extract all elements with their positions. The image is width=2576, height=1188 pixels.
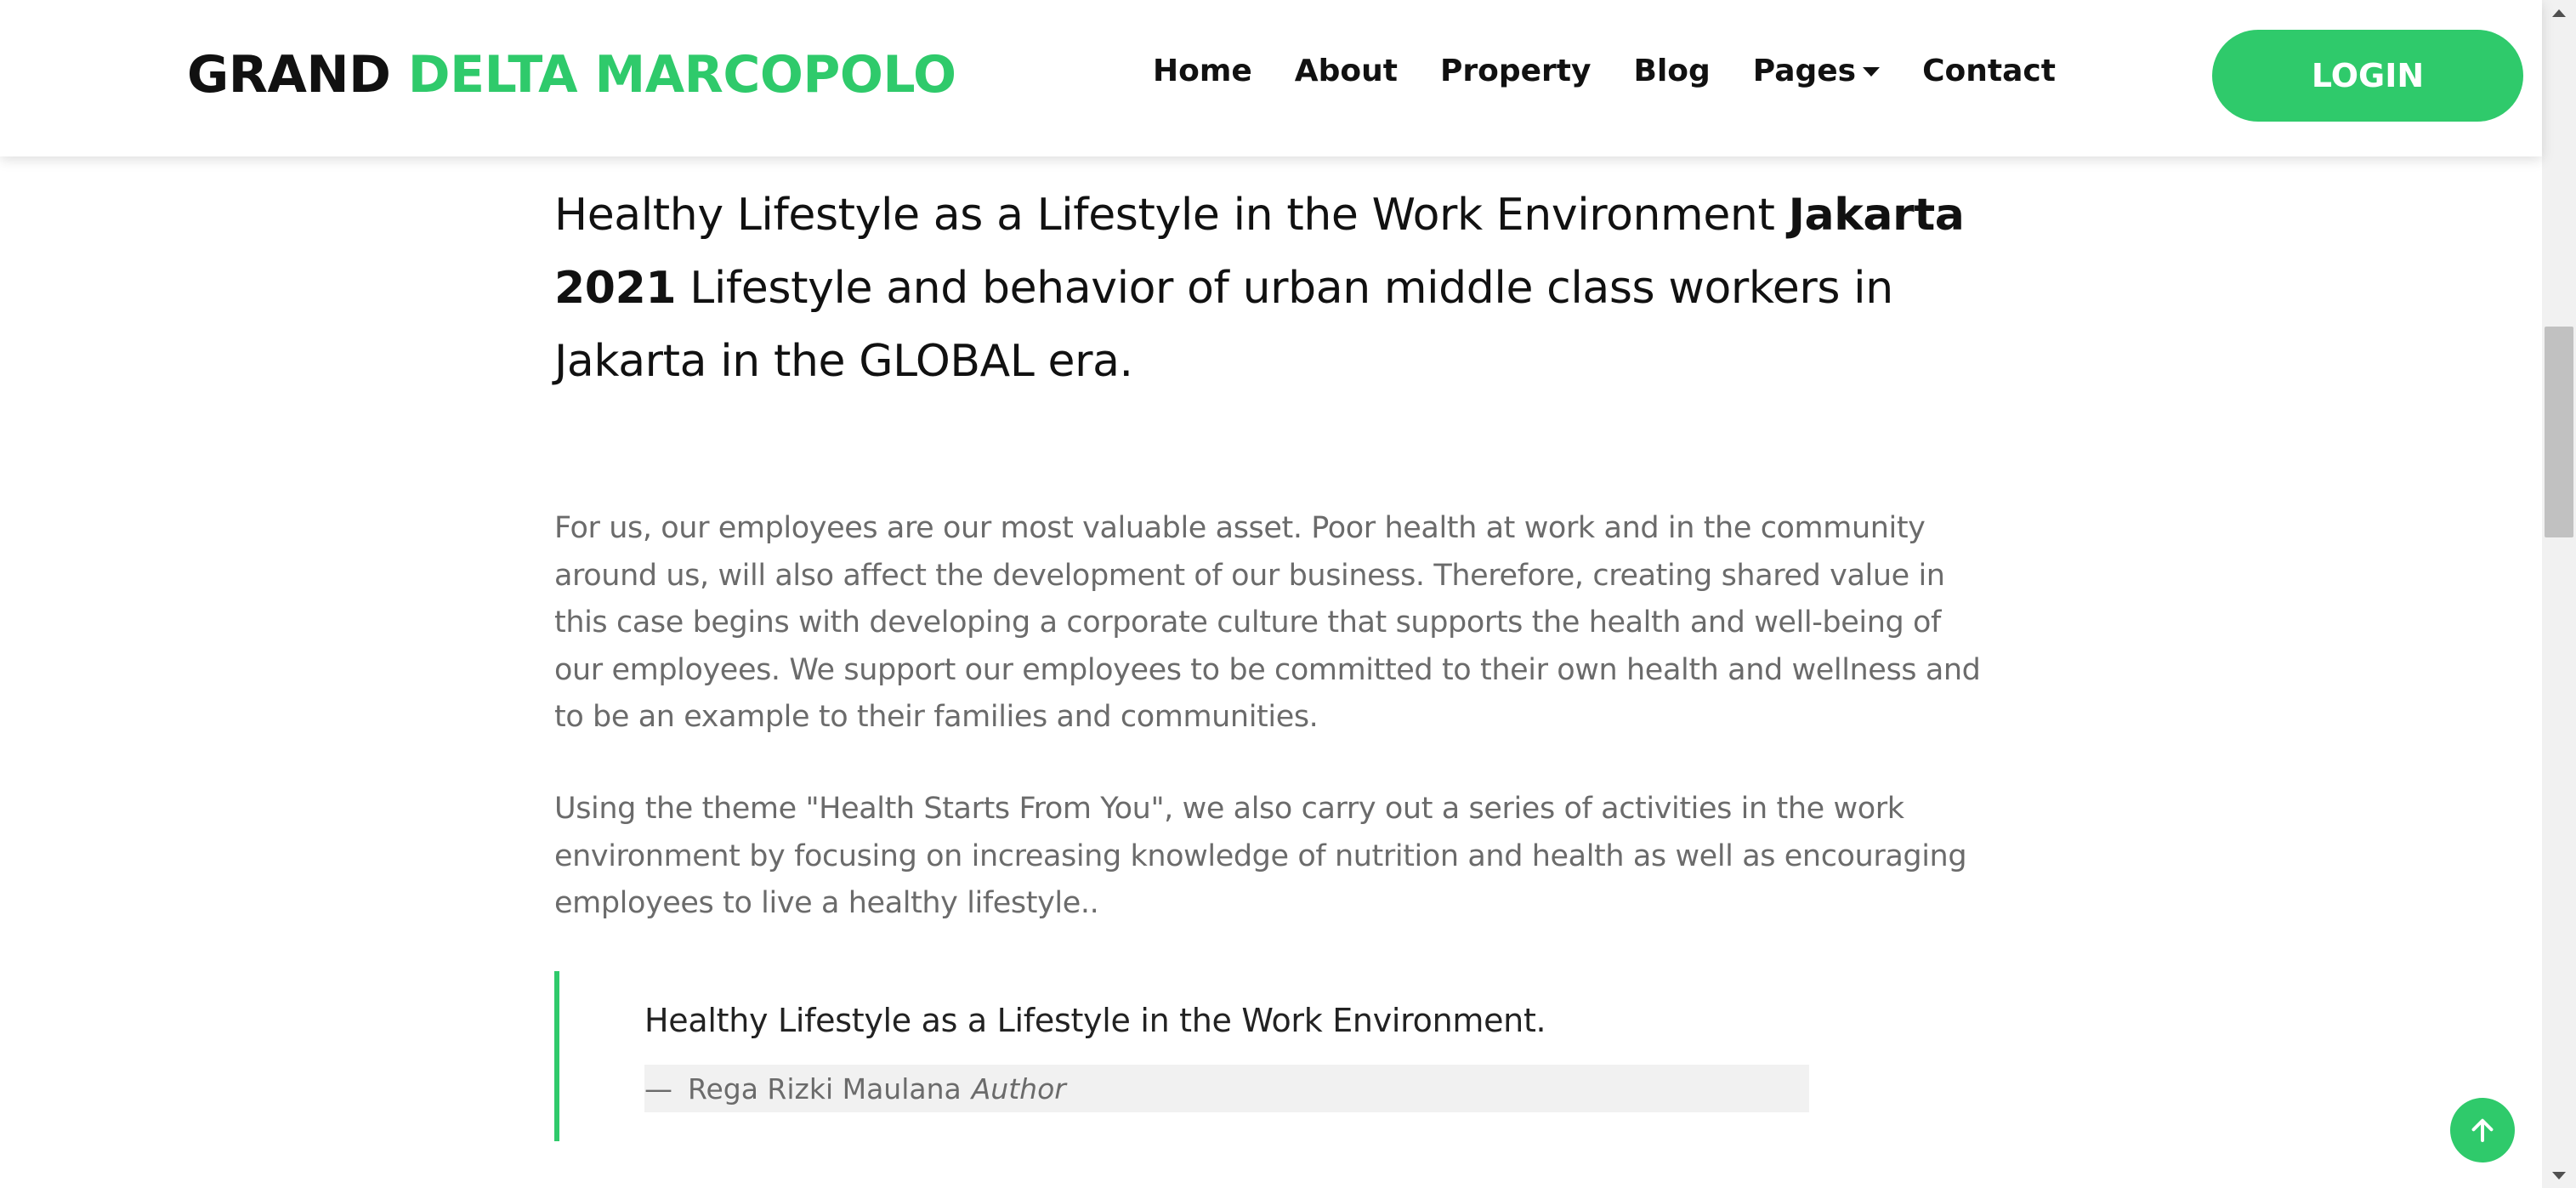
scrollbar-thumb[interactable] — [2545, 327, 2573, 537]
scroll-down-arrow[interactable] — [2542, 1162, 2576, 1188]
quote-text: Healthy Lifestyle as a Lifestyle in the … — [644, 1002, 1546, 1039]
vertical-scrollbar[interactable] — [2542, 0, 2576, 1188]
article-paragraph: For us, our employees are our most valua… — [554, 511, 1981, 734]
back-to-top-button[interactable] — [2450, 1098, 2515, 1162]
nav-item-label: Pages — [1752, 54, 1857, 88]
headline-text: Healthy Lifestyle as a Lifestyle in the … — [554, 190, 1789, 241]
caret-down-icon — [1863, 66, 1881, 77]
quote-author-role: Author — [971, 1071, 1066, 1106]
nav-item-home[interactable]: Home — [1153, 44, 1252, 99]
brand-name-primary: GRAND — [187, 45, 391, 105]
nav-item-label: Contact — [1922, 54, 2056, 88]
main-nav: Home About Property Blog Pages Contact — [1153, 44, 2098, 99]
nav-item-property[interactable]: Property — [1440, 44, 1592, 99]
blockquote: Healthy Lifestyle as a Lifestyle in the … — [554, 971, 1920, 1141]
headline-text-continued: Lifestyle and behavior of urban middle c… — [554, 263, 1893, 387]
nav-item-pages-dropdown[interactable]: Pages — [1752, 44, 1881, 99]
nav-item-label: About — [1294, 54, 1398, 88]
article-paragraph: Using the theme "Health Starts From You"… — [554, 792, 1967, 920]
article-body: Healthy Lifestyle as a Lifestyle in the … — [554, 179, 1988, 1141]
brand-logo[interactable]: GRAND DELTA MARCOPOLO — [187, 41, 956, 109]
brand-name-accent: DELTA MARCOPOLO — [407, 45, 956, 105]
article-headline: Healthy Lifestyle as a Lifestyle in the … — [554, 179, 1988, 398]
navbar: GRAND DELTA MARCOPOLO Home About Propert… — [0, 0, 2542, 156]
nav-item-contact[interactable]: Contact — [1922, 44, 2056, 99]
nav-item-label: Property — [1440, 54, 1592, 88]
nav-item-label: Home — [1153, 54, 1252, 88]
nav-item-blog[interactable]: Blog — [1634, 44, 1711, 99]
login-button[interactable]: LOGIN — [2212, 30, 2523, 122]
quote-footer: — Rega Rizki Maulana Author — [644, 1065, 1809, 1112]
nav-item-about[interactable]: About — [1295, 44, 1398, 99]
quote-dash: — — [644, 1071, 672, 1106]
arrow-up-icon — [2471, 1118, 2494, 1142]
scroll-up-arrow[interactable] — [2542, 0, 2576, 26]
quote-author: Rega Rizki Maulana — [688, 1071, 962, 1106]
nav-item-label: Blog — [1633, 54, 1711, 88]
